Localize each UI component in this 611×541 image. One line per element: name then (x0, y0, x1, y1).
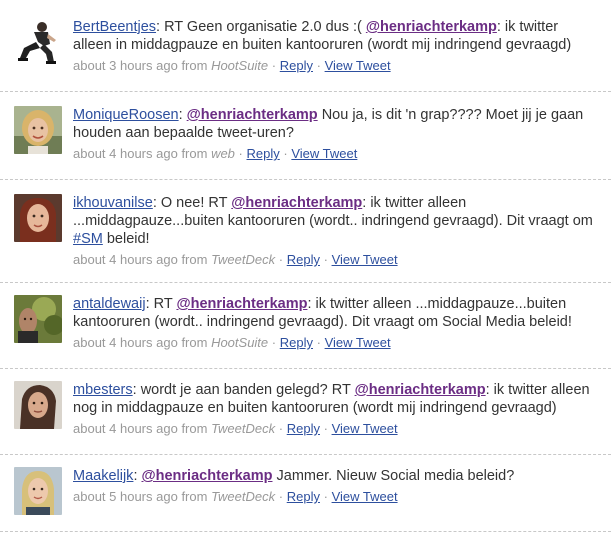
tweet-text: MoniqueRoosen: @henriachterkamp Nou ja, … (73, 106, 598, 142)
view-tweet-link[interactable]: View Tweet (291, 146, 357, 161)
separator: · (323, 489, 328, 504)
from-label: from (181, 58, 208, 73)
avatar[interactable] (14, 295, 62, 343)
separator: · (323, 252, 328, 267)
mention-link[interactable]: @henriachterkamp (187, 107, 318, 123)
tweet-text-part: : RT (145, 296, 177, 312)
tweet-meta: about 5 hours ago from TweetDeck · Reply… (73, 489, 598, 505)
reply-link[interactable]: Reply (280, 58, 313, 73)
from-label: from (181, 489, 208, 504)
tweet-feed: BertBeentjes: RT Geen organisatie 2.0 du… (0, 0, 611, 541)
tweet-text-part: Jammer. Nieuw Social media beleid? (272, 468, 515, 484)
tweet-item: mbesters: wordt je aan banden gelegd? RT… (0, 369, 611, 455)
tweet-source: TweetDeck (211, 489, 276, 504)
separator: · (323, 421, 328, 436)
view-tweet-link[interactable]: View Tweet (332, 489, 398, 504)
reply-link[interactable]: Reply (287, 489, 320, 504)
separator: · (271, 58, 277, 73)
tweet-meta: about 4 hours ago from TweetDeck · Reply… (73, 421, 598, 437)
reply-link[interactable]: Reply (287, 421, 320, 436)
tweet-time: about 4 hours ago (73, 421, 178, 436)
separator: · (278, 489, 284, 504)
view-tweet-link[interactable]: View Tweet (332, 421, 398, 436)
tweet-item: antaldewaij: RT @henriachterkamp: ik twi… (0, 283, 611, 369)
separator: · (283, 146, 288, 161)
tweet-username-link[interactable]: antaldewaij (73, 296, 146, 312)
tweet-meta: about 4 hours ago from TweetDeck · Reply… (73, 252, 598, 268)
tweet-text: mbesters: wordt je aan banden gelegd? RT… (73, 381, 598, 417)
reply-link[interactable]: Reply (287, 252, 320, 267)
tweet-item: ikhouvanilse: O nee! RT @henriachterkamp… (0, 180, 611, 283)
separator: · (271, 335, 277, 350)
separator: · (278, 421, 284, 436)
tweet-source: HootSuite (211, 335, 269, 350)
view-tweet-link[interactable]: View Tweet (332, 252, 398, 267)
separator: · (316, 58, 321, 73)
tweet-text-part: : RT Geen organisatie 2.0 dus :( (156, 19, 366, 35)
tweet-username-link[interactable]: Maakelijk (73, 468, 133, 484)
tweet-item: BertBeentjes: RT Geen organisatie 2.0 du… (0, 0, 611, 92)
tweet-text-part: beleid! (102, 231, 150, 247)
tweet-text: ikhouvanilse: O nee! RT @henriachterkamp… (73, 194, 598, 248)
tweet-text-part: : (133, 468, 142, 484)
mention-link[interactable]: @henriachterkamp (176, 296, 307, 312)
tweet-time: about 4 hours ago (73, 335, 178, 350)
tweet-text-part: : O nee! RT (152, 195, 232, 211)
tweet-time: about 4 hours ago (73, 146, 178, 161)
tweet-text-part: : wordt je aan banden gelegd? RT (132, 382, 355, 398)
separator: · (316, 335, 321, 350)
avatar[interactable] (14, 18, 62, 66)
hashtag-link[interactable]: #SM (73, 231, 103, 247)
tweet-username-link[interactable]: mbesters (73, 382, 133, 398)
mention-link[interactable]: @henriachterkamp (231, 195, 362, 211)
tweet-text: BertBeentjes: RT Geen organisatie 2.0 du… (73, 18, 598, 54)
tweet-item: MoniqueRoosen: @henriachterkamp Nou ja, … (0, 92, 611, 180)
tweet-time: about 4 hours ago (73, 252, 178, 267)
tweet-meta: about 4 hours ago from HootSuite · Reply… (73, 335, 598, 351)
view-tweet-link[interactable]: View Tweet (325, 58, 391, 73)
tweet-source: TweetDeck (211, 252, 276, 267)
from-label: from (181, 421, 208, 436)
separator: · (278, 252, 284, 267)
from-label: from (181, 252, 208, 267)
avatar[interactable] (14, 381, 62, 429)
reply-link[interactable]: Reply (247, 146, 280, 161)
avatar[interactable] (14, 194, 62, 242)
tweet-text-part: : (178, 107, 187, 123)
mention-link[interactable]: @henriachterkamp (366, 19, 497, 35)
tweet-item: Maakelijk: @henriachterkamp Jammer. Nieu… (0, 455, 611, 532)
tweet-source: TweetDeck (211, 421, 276, 436)
mention-link[interactable]: @henriachterkamp (142, 468, 273, 484)
mention-link[interactable]: @henriachterkamp (355, 382, 486, 398)
tweet-username-link[interactable]: MoniqueRoosen (73, 107, 179, 123)
tweet-username-link[interactable]: ikhouvanilse (73, 195, 153, 211)
tweet-source: HootSuite (211, 58, 269, 73)
avatar[interactable] (14, 467, 62, 515)
tweet-source: web (211, 146, 235, 161)
tweet-meta: about 4 hours ago from web · Reply · Vie… (73, 146, 598, 162)
tweet-time: about 5 hours ago (73, 489, 178, 504)
from-label: from (181, 146, 208, 161)
tweet-text: antaldewaij: RT @henriachterkamp: ik twi… (73, 295, 598, 331)
view-tweet-link[interactable]: View Tweet (325, 335, 391, 350)
avatar[interactable] (14, 106, 62, 154)
separator: · (238, 146, 243, 161)
tweet-text: Maakelijk: @henriachterkamp Jammer. Nieu… (73, 467, 598, 485)
from-label: from (181, 335, 208, 350)
reply-link[interactable]: Reply (280, 335, 313, 350)
tweet-meta: about 3 hours ago from HootSuite · Reply… (73, 58, 598, 74)
tweet-time: about 3 hours ago (73, 58, 178, 73)
tweet-username-link[interactable]: BertBeentjes (73, 19, 156, 35)
